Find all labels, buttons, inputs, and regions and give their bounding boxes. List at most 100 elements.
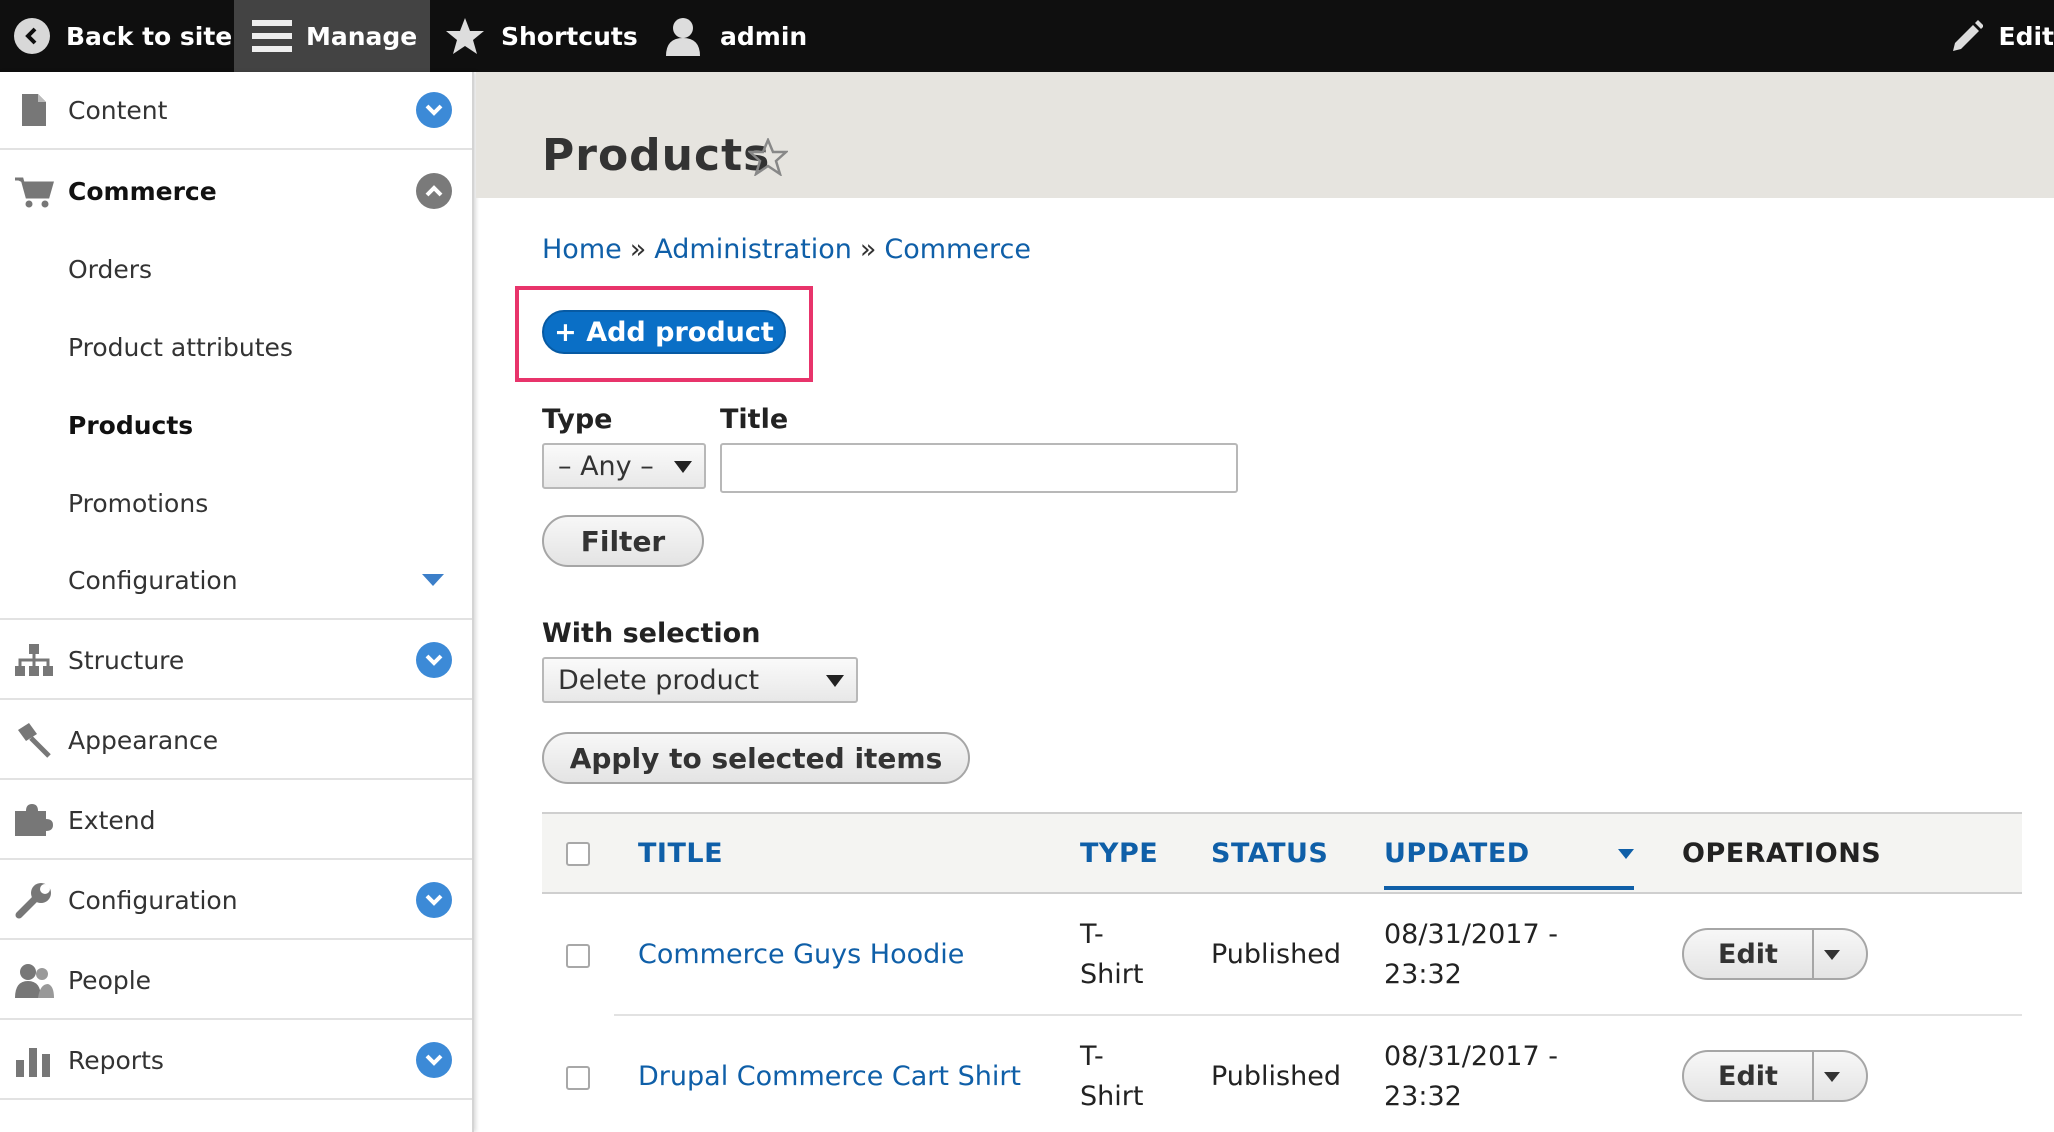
title-filter-input[interactable] (720, 443, 1238, 493)
sidebar-subitem-commerce-configuration[interactable]: Configuration (0, 542, 472, 620)
table-row-type: T- (1080, 1041, 1104, 1072)
table-row-updated: 08/31/2017 - (1384, 919, 1558, 950)
sidebar-item-label: Reports (68, 1045, 164, 1075)
breadcrumb-separator: » (629, 234, 647, 265)
table-row-status: Published (1211, 1061, 1341, 1092)
sidebar-item-label: Structure (68, 645, 185, 675)
edit-button[interactable]: Edit (1684, 930, 1814, 978)
table-row-status: Published (1211, 939, 1341, 970)
sidebar-item-label: Configuration (68, 885, 238, 915)
dropdown-arrow-icon (826, 675, 844, 687)
admin-sidebar: Content Commerce Orders Product attribut… (0, 72, 474, 1132)
with-selection-label: With selection (542, 618, 761, 649)
puzzle-icon (14, 800, 54, 840)
filter-button[interactable]: Filter (542, 515, 704, 567)
sidebar-item-commerce[interactable]: Commerce (0, 152, 472, 230)
row-checkbox[interactable] (566, 944, 590, 968)
sidebar-subitem-label: Products (68, 410, 194, 440)
table-row-title: Drupal Commerce Cart Shirt (638, 1057, 1021, 1097)
sidebar-item-label: People (68, 965, 152, 995)
shortcuts-label: Shortcuts (501, 21, 638, 51)
sidebar-item-label: Appearance (68, 725, 219, 755)
admin-toolbar: Back to site Manage Shortcuts admin Edit (0, 0, 2054, 72)
sidebar-item-configuration[interactable]: Configuration (0, 862, 472, 940)
star-outline-icon[interactable] (746, 136, 790, 180)
manage-label: Manage (306, 21, 418, 51)
edit-button[interactable]: Edit (1684, 1052, 1814, 1100)
sidebar-item-reports[interactable]: Reports (0, 1022, 472, 1100)
sidebar-item-people[interactable]: People (0, 942, 472, 1020)
edit-label: Edit (1998, 21, 2054, 51)
breadcrumb-commerce[interactable]: Commerce (884, 234, 1031, 265)
caret-down-icon[interactable] (1824, 950, 1840, 960)
table-row-type: T- (1080, 919, 1104, 950)
chevron-up-icon[interactable] (416, 173, 452, 209)
breadcrumb-separator: » (859, 234, 877, 265)
product-title-link[interactable]: Drupal Commerce Cart Shirt (638, 1061, 1021, 1092)
sidebar-item-structure[interactable]: Structure (0, 622, 472, 700)
people-icon (14, 960, 54, 1000)
type-filter-label: Type (542, 404, 613, 435)
back-to-site-link[interactable]: Back to site (14, 0, 232, 72)
sidebar-subitem-label: Promotions (68, 488, 209, 518)
caret-down-icon[interactable] (1824, 1072, 1840, 1082)
apply-to-selected-button[interactable]: Apply to selected items (542, 732, 970, 784)
table-row-type: Shirt (1080, 959, 1144, 990)
file-icon (14, 90, 54, 130)
title-filter-label: Title (720, 404, 789, 435)
sidebar-subitem-orders[interactable]: Orders (0, 230, 472, 308)
row-checkbox[interactable] (566, 1066, 590, 1090)
sidebar-subitem-products[interactable]: Products (0, 386, 472, 464)
type-select-value: – Any – (558, 450, 654, 482)
column-header-status[interactable]: STATUS (1211, 838, 1328, 869)
manage-tab[interactable]: Manage (234, 0, 430, 72)
sidebar-item-appearance[interactable]: Appearance (0, 702, 472, 780)
table-row-type: Shirt (1080, 1081, 1144, 1112)
caret-down-icon[interactable] (422, 574, 444, 586)
user-icon (664, 16, 720, 56)
column-header-updated[interactable]: UPDATED (1384, 838, 1530, 869)
product-title-link[interactable]: Commerce Guys Hoodie (638, 939, 964, 970)
chevron-down-icon[interactable] (416, 92, 452, 128)
chevron-down-icon[interactable] (416, 882, 452, 918)
brush-icon (14, 720, 54, 760)
menu-icon (252, 19, 292, 53)
select-all-checkbox[interactable] (566, 842, 590, 866)
column-header-title[interactable]: TITLE (638, 838, 723, 869)
edit-mode-button[interactable]: Edit (1949, 0, 2054, 72)
column-header-type[interactable]: TYPE (1080, 838, 1158, 869)
star-icon (445, 17, 501, 55)
sidebar-subitem-promotions[interactable]: Promotions (0, 464, 472, 542)
user-tab[interactable]: admin (664, 0, 807, 72)
user-label: admin (720, 21, 808, 51)
table-row-updated: 08/31/2017 - (1384, 1041, 1558, 1072)
dropdown-arrow-icon (674, 461, 692, 473)
pencil-icon (1949, 19, 1999, 53)
bar-chart-icon (14, 1040, 54, 1080)
cart-icon (14, 171, 54, 211)
sidebar-item-extend[interactable]: Extend (0, 782, 472, 860)
sidebar-subitem-label: Orders (68, 254, 153, 284)
type-select[interactable]: – Any – (542, 443, 706, 489)
chevron-left-icon (14, 18, 50, 54)
breadcrumb-administration[interactable]: Administration (654, 234, 852, 265)
sidebar-subitem-product-attributes[interactable]: Product attributes (0, 308, 472, 386)
shortcuts-tab[interactable]: Shortcuts (445, 0, 638, 72)
chevron-down-icon[interactable] (416, 1042, 452, 1078)
add-product-button[interactable]: + Add product (542, 310, 786, 354)
column-header-operations: OPERATIONS (1682, 838, 1882, 869)
sidebar-item-content[interactable]: Content (0, 72, 472, 150)
bulk-action-select[interactable]: Delete product (542, 657, 858, 703)
wrench-icon (14, 880, 54, 920)
operations-dropbutton: Edit (1682, 928, 1868, 980)
chevron-down-icon[interactable] (416, 642, 452, 678)
sidebar-item-label: Content (68, 95, 168, 125)
sort-desc-icon[interactable] (1618, 849, 1634, 859)
row-divider (614, 1014, 2022, 1016)
sidebar-subitem-label: Product attributes (68, 332, 293, 362)
breadcrumb-home[interactable]: Home (542, 234, 622, 265)
sitemap-icon (14, 640, 54, 680)
table-row-updated: 23:32 (1384, 959, 1462, 990)
bulk-action-value: Delete product (558, 664, 760, 696)
back-to-site-label: Back to site (66, 21, 233, 51)
